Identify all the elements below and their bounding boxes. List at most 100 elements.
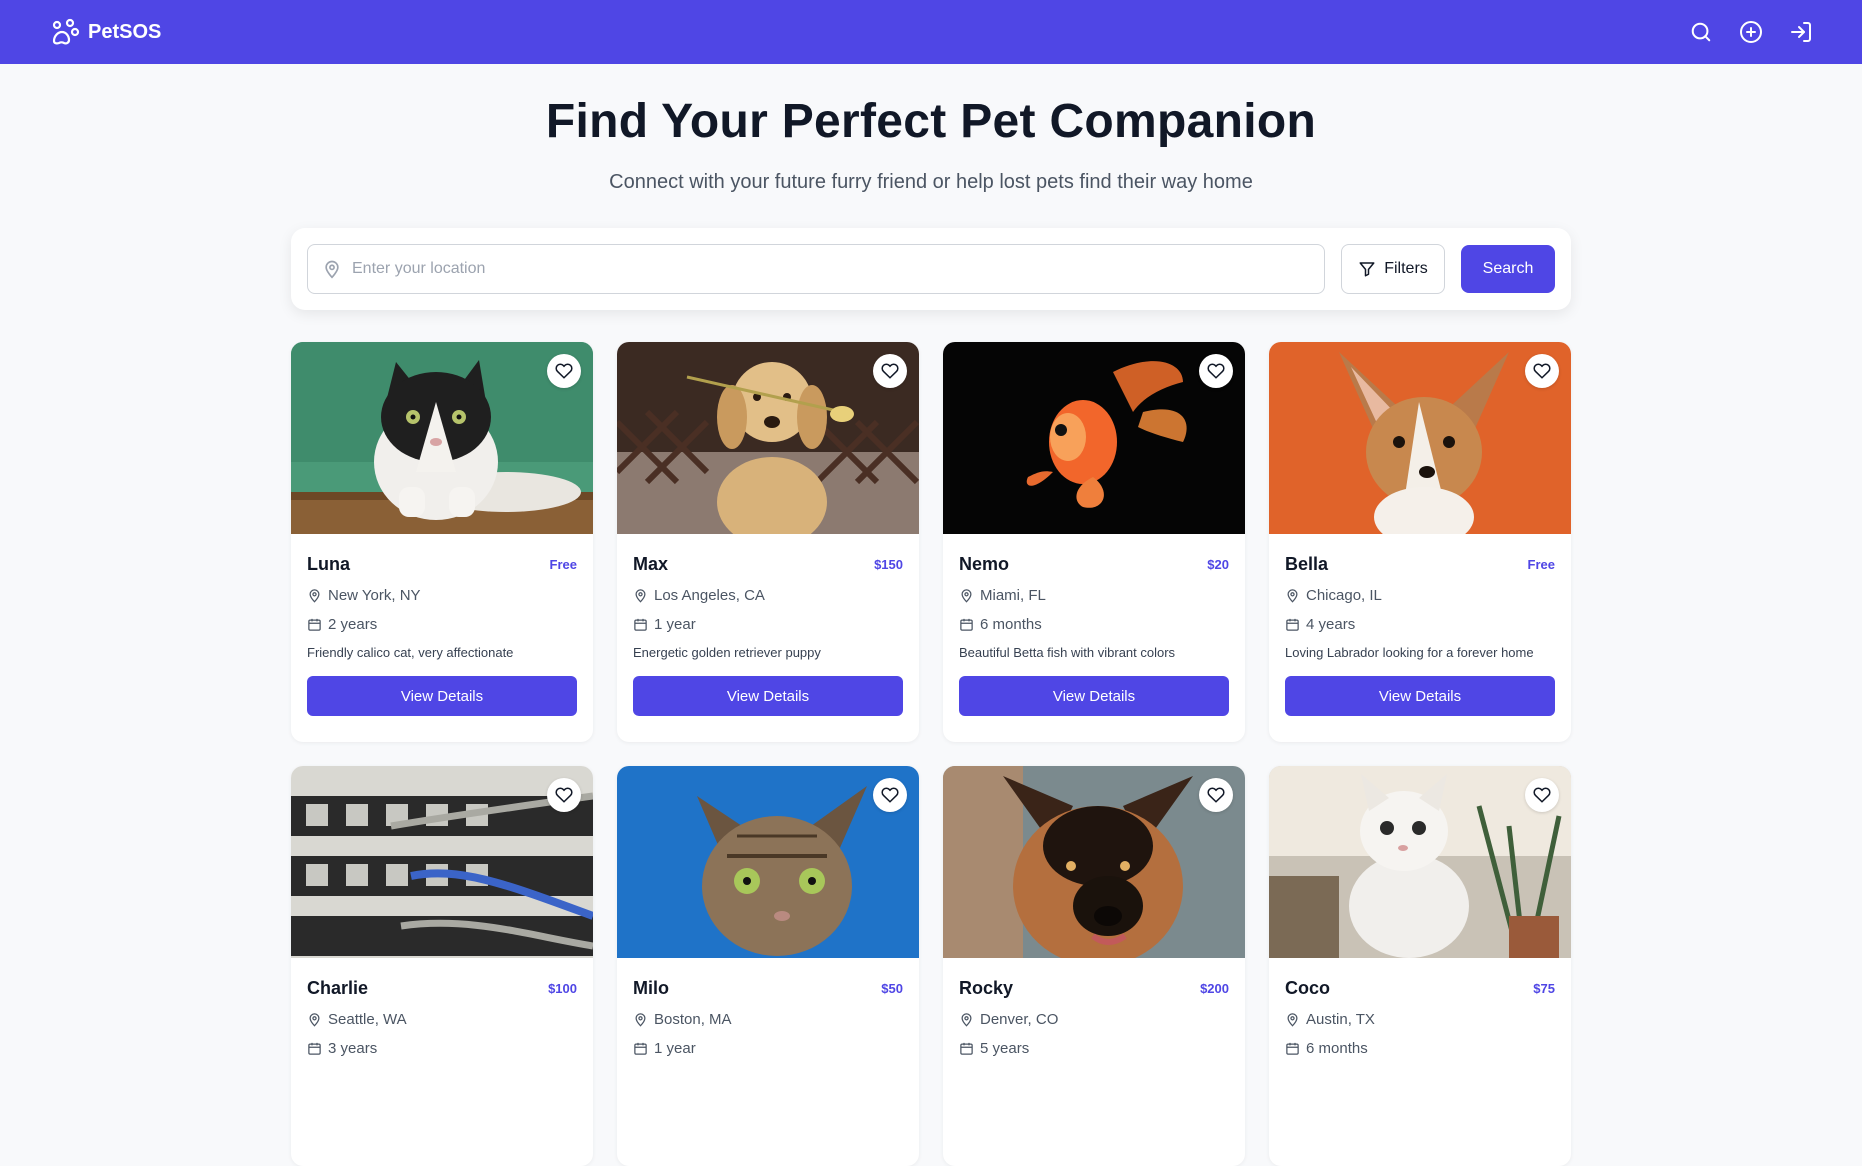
login-icon[interactable] [1788,19,1814,45]
pet-photo [943,766,1245,958]
favorite-heart-icon[interactable] [1199,354,1233,388]
pet-price: $75 [1533,981,1555,996]
map-pin-icon [309,1013,320,1027]
page-subtitle: Connect with your future furry friend or… [609,171,1253,193]
pet-name: Max [633,554,669,574]
favorite-heart-icon[interactable] [1525,354,1559,388]
map-pin-icon [1287,1013,1298,1027]
search-button[interactable]: Search [1461,245,1555,293]
pet-location: New York, NY [307,587,577,604]
pet-photo [1269,342,1571,534]
pet-name: Charlie [307,978,369,998]
pet-location: Chicago, IL [1285,587,1555,604]
pet-price: Free [549,557,577,572]
pet-price: Free [1527,557,1555,572]
pet-card[interactable]: Milo $50 Boston, MA 1 year [617,766,919,1166]
age-text: 3 years [328,1040,378,1057]
pet-photo [291,342,593,534]
paw-icon [52,18,80,45]
location-text: Seattle, WA [328,1011,407,1028]
pet-card[interactable]: Coco $75 Austin, TX 6 months [1269,766,1571,1166]
calendar-icon [308,1042,321,1055]
view-details-button[interactable]: View Details [307,676,577,716]
pet-card[interactable]: Bella Free Chicago, IL 4 years Loving La… [1269,342,1571,742]
pet-name: Bella [1285,554,1329,574]
hero-section: Find Your Perfect Pet Companion Connect … [0,94,1862,194]
pet-description: Beautiful Betta fish with vibrant colors [959,645,1176,660]
pet-age: 2 years [307,616,577,633]
age-text: 2 years [328,616,378,633]
favorite-heart-icon[interactable] [873,354,907,388]
pet-location: Boston, MA [633,1011,903,1028]
pet-location: Austin, TX [1285,1011,1555,1028]
pet-card[interactable]: Luna Free New York, NY 2 years Friendly … [291,342,593,742]
location-field[interactable] [307,244,1325,294]
location-text: Los Angeles, CA [654,587,765,604]
pet-price: $50 [881,981,903,996]
calendar-icon [1286,618,1299,631]
pet-age: 6 months [1285,1040,1555,1057]
pet-age: 4 years [1285,616,1555,633]
location-input[interactable] [352,260,1310,278]
location-text: Chicago, IL [1306,587,1382,604]
pet-price: $20 [1207,557,1229,572]
map-pin-icon [325,260,339,279]
pet-name: Luna [307,554,350,574]
pet-location: Miami, FL [959,587,1229,604]
pet-description: Energetic golden retriever puppy [633,645,821,660]
search-panel: Filters Search [291,228,1571,310]
favorite-heart-icon[interactable] [1525,778,1559,812]
pet-age: 5 years [959,1040,1229,1057]
pet-age: 1 year [633,616,903,633]
pet-name: Nemo [959,554,1010,574]
location-text: Austin, TX [1306,1011,1375,1028]
pet-photo [617,766,919,958]
pet-photo [943,342,1245,534]
pet-location: Denver, CO [959,1011,1229,1028]
pet-location: Seattle, WA [307,1011,577,1028]
age-text: 6 months [1306,1040,1368,1057]
map-pin-icon [309,589,320,603]
location-text: Denver, CO [980,1011,1059,1028]
view-details-button[interactable]: View Details [633,676,903,716]
calendar-icon [634,618,647,631]
pet-description: Friendly calico cat, very affectionate [307,645,514,660]
view-details-button[interactable]: View Details [1285,676,1555,716]
top-navbar: PetSOS [0,0,1862,64]
pet-card[interactable]: Max $150 Los Angeles, CA 1 year Energeti… [617,342,919,742]
page-title: Find Your Perfect Pet Companion [545,95,1317,148]
location-text: Boston, MA [654,1011,732,1028]
map-pin-icon [1287,589,1298,603]
pet-card[interactable]: Charlie $100 Seattle, WA 3 years [291,766,593,1166]
map-pin-icon [635,589,646,603]
brand-logo[interactable]: PetSOS [48,16,161,48]
pet-card[interactable]: Nemo $20 Miami, FL 6 months Beautiful Be… [943,342,1245,742]
age-text: 1 year [654,1040,696,1057]
view-details-button[interactable]: View Details [959,676,1229,716]
brand-name: PetSOS [88,20,162,43]
favorite-heart-icon[interactable] [873,778,907,812]
filters-label: Filters [1384,260,1428,277]
pet-grid: Luna Free New York, NY 2 years Friendly … [291,342,1571,1166]
favorite-heart-icon[interactable] [547,354,581,388]
map-pin-icon [635,1013,646,1027]
calendar-icon [960,618,973,631]
pet-description: Loving Labrador looking for a forever ho… [1285,645,1534,660]
plus-circle-icon[interactable] [1738,19,1764,45]
favorite-heart-icon[interactable] [547,778,581,812]
search-icon[interactable] [1688,19,1714,45]
pet-age: 3 years [307,1040,577,1057]
filters-button[interactable]: Filters [1341,244,1445,294]
map-pin-icon [961,1013,972,1027]
age-text: 5 years [980,1040,1030,1057]
filter-icon [1359,262,1375,277]
pet-location: Los Angeles, CA [633,587,903,604]
pet-card[interactable]: Rocky $200 Denver, CO 5 years [943,766,1245,1166]
pet-photo [1269,766,1571,958]
age-text: 6 months [980,616,1042,633]
pet-price: $200 [1200,981,1229,996]
pet-name: Milo [633,978,669,998]
pet-price: $150 [874,557,903,572]
favorite-heart-icon[interactable] [1199,778,1233,812]
age-text: 1 year [654,616,696,633]
